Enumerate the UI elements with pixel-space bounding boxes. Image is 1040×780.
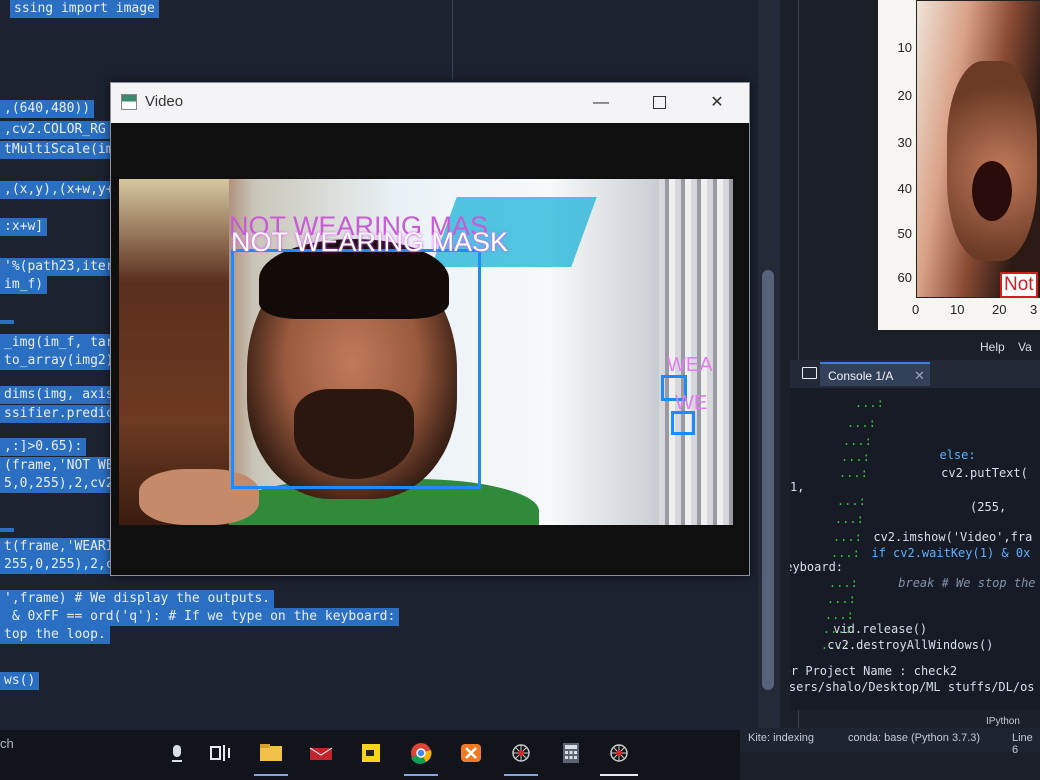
active-app-indicator bbox=[254, 774, 288, 776]
minimize-button[interactable]: — bbox=[579, 89, 623, 117]
video-titlebar[interactable]: Video — ✕ bbox=[111, 83, 749, 123]
gutter-marker bbox=[0, 528, 14, 532]
plot-pane[interactable]: 10 20 30 40 50 60 0 10 20 3 Not bbox=[878, 0, 1040, 330]
code-line[interactable]: '%(path23,iter1 bbox=[0, 258, 126, 276]
console-prompt: ...: bbox=[818, 416, 876, 430]
code-line[interactable]: ,cv2.COLOR_RG bbox=[0, 121, 110, 139]
mask-status-label-small: WEA bbox=[667, 354, 713, 376]
plot-mouth bbox=[972, 161, 1012, 221]
maximize-icon bbox=[652, 96, 666, 110]
console-prompt: ...: bbox=[814, 434, 872, 448]
tab-console[interactable]: Console 1/A ✕ bbox=[820, 362, 930, 386]
file-explorer-icon[interactable] bbox=[258, 742, 284, 764]
menu-variables[interactable]: Va bbox=[1018, 340, 1032, 354]
folder-icon[interactable] bbox=[802, 367, 817, 379]
close-button[interactable]: ✕ bbox=[695, 89, 739, 117]
console-output: 1, bbox=[790, 480, 805, 494]
console-output: C:/Users/shalo/Desktop/ML stuffs/DL/os bbox=[790, 680, 1035, 694]
gutter-marker bbox=[0, 320, 14, 324]
code-line[interactable]: :x+w] bbox=[0, 218, 48, 236]
face-detection-box bbox=[231, 249, 481, 489]
console-code: vid.release() bbox=[826, 622, 928, 636]
x-tick-label: 3 bbox=[1030, 302, 1038, 317]
console-prompt: ...: bbox=[798, 592, 856, 606]
editor-ruler bbox=[452, 0, 453, 80]
x-tick-label: 20 bbox=[992, 302, 1007, 317]
chrome-icon[interactable] bbox=[408, 742, 434, 764]
xampp-icon[interactable] bbox=[458, 742, 484, 764]
calculator-icon[interactable] bbox=[558, 742, 584, 764]
console-tab-label: Console 1/A bbox=[828, 369, 894, 383]
code-line[interactable]: top the loop. bbox=[0, 626, 110, 644]
opencv-window-icon bbox=[121, 94, 137, 110]
active-app-indicator bbox=[504, 774, 538, 776]
plot-image bbox=[916, 0, 1040, 298]
plot-prediction-label: Not bbox=[1000, 272, 1038, 298]
task-view-icon[interactable] bbox=[208, 742, 234, 764]
mask-status-label-small: WE bbox=[675, 392, 708, 414]
console-code: (2 bbox=[970, 400, 1040, 414]
video-window-title: Video bbox=[145, 93, 184, 110]
editor-scrollbar-thumb[interactable] bbox=[762, 270, 774, 690]
y-tick-label: 40 bbox=[897, 181, 912, 196]
sticky-notes-icon[interactable] bbox=[358, 742, 384, 764]
active-app-indicator bbox=[404, 774, 438, 776]
console-prompt: ...: bbox=[796, 608, 854, 622]
code-line[interactable]: im_f) bbox=[0, 276, 48, 294]
y-tick-label: 10 bbox=[897, 40, 912, 55]
console-prompt: ...: bbox=[806, 512, 864, 526]
mail-icon[interactable] bbox=[308, 742, 334, 764]
code-line[interactable]: to_array(img2) bbox=[0, 352, 118, 370]
code-line[interactable]: ,(x,y),(x+w,y+ bbox=[0, 181, 118, 199]
console-code: else: bbox=[860, 448, 976, 462]
taskbar-search[interactable]: ch bbox=[0, 736, 14, 751]
console-output: keyboard: bbox=[790, 560, 844, 574]
taskbar: ch bbox=[0, 730, 740, 780]
x-tick-label: 0 bbox=[912, 302, 920, 317]
line-status: Line 6 bbox=[1012, 732, 1033, 756]
y-tick-label: 20 bbox=[897, 88, 912, 103]
spider-icon[interactable] bbox=[508, 742, 534, 764]
code-line[interactable]: ,:]>0.65): bbox=[0, 438, 87, 456]
code-line[interactable]: ws() bbox=[0, 672, 40, 690]
console-code: if cv2.waitKey(1) & 0x bbox=[828, 546, 1031, 560]
x-tick-label: 10 bbox=[950, 302, 965, 317]
console-code: cv2.imshow('Video',fra bbox=[830, 530, 1033, 544]
ipython-console[interactable]: ...: (2 ...: ...: ...: else: ...: cv2.pu… bbox=[790, 388, 1040, 710]
webcam-frame: NOT WEARING MAS NOT WEARING MASK WEA WE bbox=[119, 179, 733, 525]
code-line[interactable]: ',frame) # We display the outputs. bbox=[0, 590, 275, 608]
y-tick-label: 30 bbox=[897, 135, 912, 150]
mask-status-label: NOT WEARING MASK bbox=[231, 227, 509, 257]
y-tick-label: 60 bbox=[897, 270, 912, 285]
scene-curtain bbox=[659, 179, 733, 525]
spyder-icon[interactable] bbox=[606, 742, 632, 764]
console-code: cv2.destroyAllWindows() bbox=[820, 638, 994, 652]
code-line[interactable]: & 0xFF == ord('q'): # If we type on the … bbox=[0, 608, 400, 626]
status-bar: Kite: indexing conda: base (Python 3.7.3… bbox=[740, 728, 1040, 756]
active-app-indicator bbox=[600, 774, 638, 776]
console-tab-bar: Console 1/A ✕ bbox=[790, 360, 1040, 388]
maximize-button[interactable] bbox=[637, 89, 681, 117]
console-code: cv2.putText( bbox=[840, 466, 1028, 480]
conda-status[interactable]: conda: base (Python 3.7.3) bbox=[848, 732, 980, 744]
menu-bar[interactable]: Help Va bbox=[980, 340, 1032, 354]
voice-recorder-icon[interactable] bbox=[164, 742, 190, 764]
code-line[interactable]: ,(640,480)) bbox=[0, 100, 95, 118]
console-code: break # We stop the bbox=[826, 576, 1036, 590]
menu-help[interactable]: Help bbox=[980, 340, 1005, 354]
code-line[interactable]: ssing import image bbox=[10, 0, 159, 18]
close-icon[interactable]: ✕ bbox=[914, 364, 925, 388]
kite-status[interactable]: Kite: indexing bbox=[748, 732, 814, 744]
console-code: (255, bbox=[840, 500, 1007, 514]
console-prompt: ...: bbox=[826, 396, 884, 410]
code-line[interactable]: tMultiScale(im bbox=[0, 141, 118, 159]
video-window[interactable]: Video — ✕ NOT WEARING MAS NOT WEARING MA… bbox=[110, 82, 750, 576]
console-output: Enter Project Name : check2 bbox=[790, 664, 958, 678]
y-tick-label: 50 bbox=[897, 226, 912, 241]
